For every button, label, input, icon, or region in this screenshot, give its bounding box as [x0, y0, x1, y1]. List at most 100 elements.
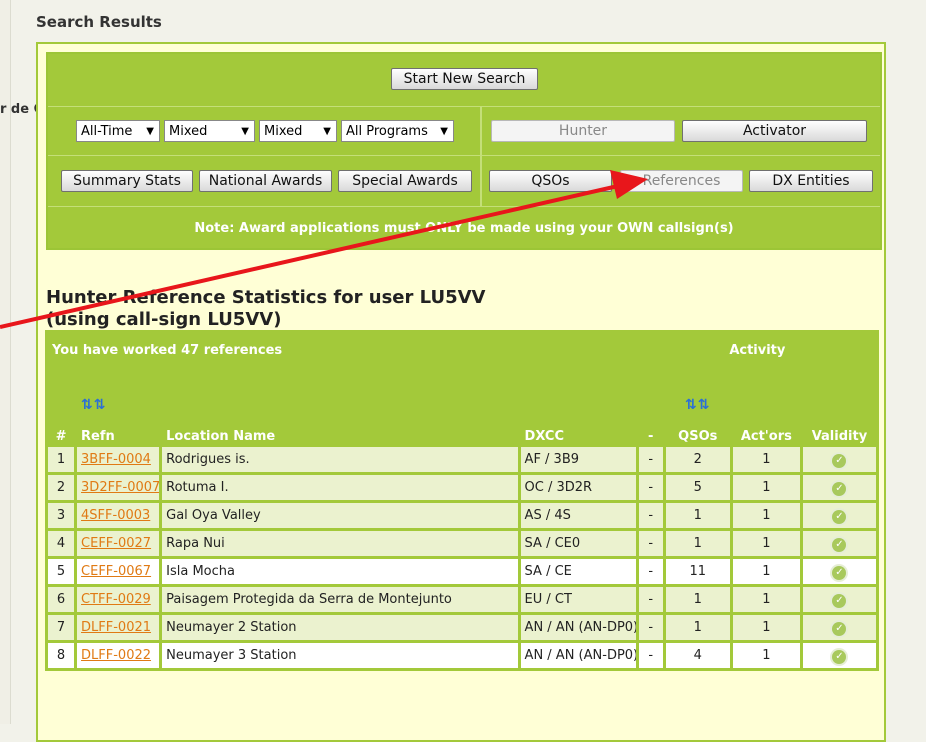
chevron-down-icon: ▼	[440, 126, 448, 137]
search-panel: Start New Search All-Time ▼ Mixed ▼ Mixed ▼…	[46, 52, 882, 250]
mode-select-value: Mixed	[169, 123, 208, 139]
reference-link[interactable]: DLFF-0022	[81, 648, 151, 663]
row-qsos-text: 1	[693, 508, 702, 523]
row-number-text: 2	[56, 480, 66, 495]
row-qsos: 2	[662, 444, 733, 475]
row-location-text: Paisagem Protegida da Serra de Montejunt…	[166, 592, 452, 607]
row-location-text: Neumayer 2 Station	[166, 620, 297, 635]
row-qsos: 1	[662, 500, 733, 531]
col-qsos-label: QSOs	[678, 429, 718, 444]
row-number-text: 8	[56, 648, 66, 663]
row-qsos: 1	[662, 584, 733, 615]
row-activators-text: 1	[762, 592, 771, 607]
row-number: 2	[44, 472, 78, 503]
tab-summary-stats[interactable]: Summary Stats	[61, 170, 193, 192]
col-refn[interactable]: ⇅⇅ Refn	[74, 367, 163, 447]
mode-select[interactable]: Mixed ▼	[164, 120, 255, 142]
chevron-down-icon: ▼	[241, 126, 249, 137]
row-dxcc: AS / 4S	[517, 500, 639, 531]
row-number: 6	[44, 584, 78, 615]
reference-link[interactable]: CTFF-0029	[81, 592, 151, 607]
row-dxcc-text: AF / 3B9	[524, 452, 580, 467]
row-qsos: 11	[662, 556, 733, 587]
sort-icon[interactable]: ⇅⇅	[670, 397, 726, 413]
row-qsos-text: 2	[693, 452, 702, 467]
chevron-down-icon: ▼	[323, 126, 331, 137]
reference-link[interactable]: CEFF-0067	[81, 564, 151, 579]
row-dash-text: -	[648, 620, 654, 635]
reference-link[interactable]: CEFF-0027	[81, 536, 151, 551]
tab-references[interactable]: References	[620, 170, 743, 192]
row-activators: 1	[729, 640, 803, 671]
row-location: Rotuma I.	[159, 472, 521, 503]
row-dxcc-text: SA / CE0	[524, 536, 581, 551]
reference-link[interactable]: 3BFF-0004	[81, 452, 151, 467]
row-dash: -	[635, 640, 666, 671]
row-dxcc: AN / AN (AN-DP0)	[517, 612, 639, 643]
col-validity: Validity	[799, 367, 880, 447]
divider	[48, 206, 880, 207]
tab-national-awards[interactable]: National Awards	[199, 170, 332, 192]
program-select-value: All Programs	[346, 123, 428, 139]
check-icon: ✓	[832, 537, 847, 552]
row-location: Paisagem Protegida da Serra de Montejunt…	[159, 584, 521, 615]
row-qsos-text: 5	[693, 480, 702, 495]
check-icon: ✓	[832, 481, 847, 496]
row-activators-text: 1	[762, 620, 771, 635]
tab-dx-entities[interactable]: DX Entities	[749, 170, 873, 192]
row-refn: CTFF-0029	[74, 584, 163, 615]
reference-link[interactable]: 3D2FF-0007	[81, 480, 158, 495]
table-row: 3 4SFF-0003 Gal Oya Valley AS / 4S - 1 1 ✓	[44, 500, 880, 531]
table-header-top: You have worked 47 references Activity	[45, 330, 880, 370]
worked-summary: You have worked 47 references	[45, 330, 639, 370]
tab-hunter[interactable]: Hunter	[491, 120, 675, 142]
row-validity: ✓	[799, 500, 880, 531]
row-activators-text: 1	[762, 536, 771, 551]
row-refn: 3BFF-0004	[74, 444, 163, 475]
table-row: 8 DLFF-0022 Neumayer 3 Station AN / AN (AN-…	[44, 640, 880, 671]
band-select[interactable]: Mixed ▼	[259, 120, 337, 142]
row-validity: ✓	[799, 584, 880, 615]
row-validity: ✓	[799, 528, 880, 559]
row-location-text: Gal Oya Valley	[166, 508, 261, 523]
row-dash: -	[635, 472, 666, 503]
row-dxcc-text: AN / AN (AN-DP0)	[524, 648, 638, 663]
row-location-text: Isla Mocha	[166, 564, 235, 579]
row-activators-text: 1	[762, 452, 771, 467]
row-dxcc: SA / CE0	[517, 528, 639, 559]
row-qsos-text: 1	[693, 620, 702, 635]
tab-qsos[interactable]: QSOs	[489, 170, 612, 192]
row-qsos-text: 11	[689, 564, 707, 579]
row-validity: ✓	[799, 444, 880, 475]
row-location: Neumayer 3 Station	[159, 640, 521, 671]
row-qsos-text: 1	[693, 592, 702, 607]
page-title: Search Results	[36, 13, 162, 31]
row-qsos-text: 1	[693, 536, 702, 551]
table-row: 1 3BFF-0004 Rodrigues is. AF / 3B9 - 2 1 ✓	[44, 444, 880, 475]
row-activators-text: 1	[762, 508, 771, 523]
time-select[interactable]: All-Time ▼	[76, 120, 160, 142]
col-activators: Act'ors	[729, 367, 803, 447]
sort-icon[interactable]: ⇅⇅	[81, 397, 155, 413]
reference-link[interactable]: 4SFF-0003	[81, 508, 150, 523]
row-dxcc: SA / CE	[517, 556, 639, 587]
col-qsos[interactable]: ⇅⇅ QSOs	[662, 367, 733, 447]
tab-special-awards[interactable]: Special Awards	[338, 170, 472, 192]
row-dash-text: -	[648, 452, 654, 467]
start-new-search-button[interactable]: Start New Search	[391, 68, 538, 90]
row-activators: 1	[729, 472, 803, 503]
program-select[interactable]: All Programs ▼	[341, 120, 454, 142]
row-dxcc-text: EU / CT	[524, 592, 572, 607]
reference-link[interactable]: DLFF-0021	[81, 620, 151, 635]
row-dash: -	[635, 556, 666, 587]
row-refn: CEFF-0027	[74, 528, 163, 559]
row-location: Rodrigues is.	[159, 444, 521, 475]
row-validity: ✓	[799, 472, 880, 503]
check-icon: ✓	[832, 621, 847, 636]
row-number: 8	[44, 640, 78, 671]
row-validity: ✓	[799, 640, 880, 671]
row-location-text: Rapa Nui	[166, 536, 225, 551]
row-activators: 1	[729, 444, 803, 475]
tab-activator[interactable]: Activator	[682, 120, 867, 142]
table-body: 1 3BFF-0004 Rodrigues is. AF / 3B9 - 2 1 ✓ 2 3D2F…	[44, 444, 880, 671]
